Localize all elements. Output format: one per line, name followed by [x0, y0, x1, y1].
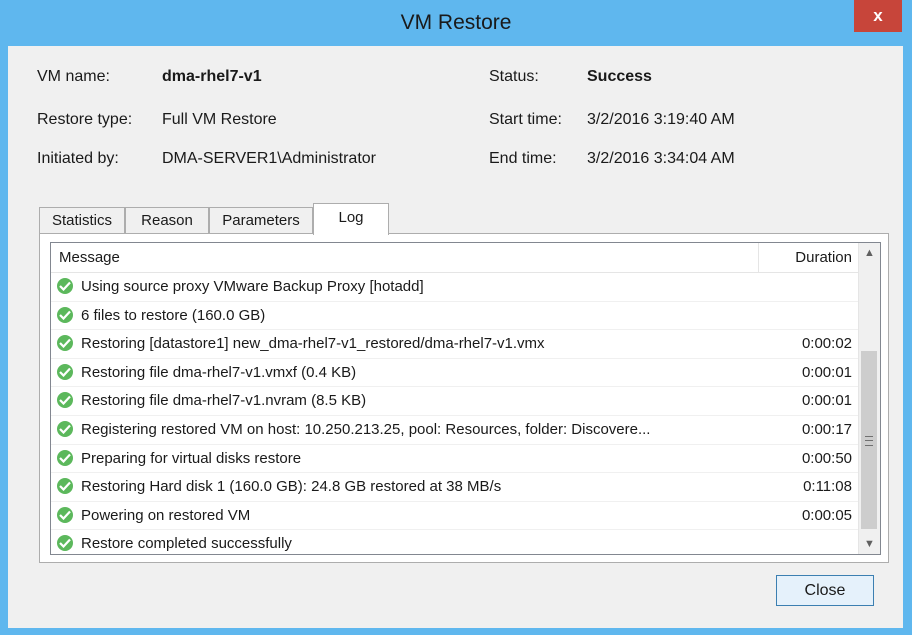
log-duration: 0:00:50 [801, 449, 852, 467]
log-message-text: Restoring Hard disk 1 (160.0 GB): 24.8 G… [81, 478, 502, 496]
log-duration: 0:00:01 [801, 363, 852, 381]
log-message: Restoring [datastore1] new_dma-rhel7-v1_… [57, 330, 757, 358]
end-time-value: 3/2/2016 3:34:04 AM [587, 150, 735, 167]
log-row[interactable]: Restoring [datastore1] new_dma-rhel7-v1_… [51, 330, 860, 359]
success-check-icon [57, 363, 73, 380]
log-header: Message Duration [51, 243, 860, 273]
log-row[interactable]: Registering restored VM on host: 10.250.… [51, 416, 860, 445]
log-row[interactable]: Restore completed successfully [51, 530, 860, 554]
log-message: Restoring file dma-rhel7-v1.nvram (8.5 K… [57, 387, 757, 415]
log-message-text: Restore completed successfully [81, 535, 292, 553]
log-duration [759, 302, 860, 330]
log-message-text: Using source proxy VMware Backup Proxy [… [81, 278, 424, 295]
log-message-text: Restoring file dma-rhel7-v1.nvram (8.5 K… [81, 392, 367, 410]
log-rows: Using source proxy VMware Backup Proxy [… [51, 273, 860, 554]
column-header-duration[interactable]: Duration [759, 243, 860, 272]
scroll-up-icon[interactable]: ▲ [859, 243, 880, 263]
scroll-down-icon[interactable]: ▼ [859, 534, 880, 554]
log-row[interactable]: Restoring Hard disk 1 (160.0 GB): 24.8 G… [51, 473, 860, 502]
success-check-icon [57, 335, 73, 352]
vm-name-label: VM name: [37, 68, 110, 85]
log-duration: 0:00:01 [801, 392, 852, 410]
log-message-text: Registering restored VM on host: 10.250.… [81, 420, 651, 438]
log-row[interactable]: Preparing for virtual disks restore 0:00:… [51, 445, 860, 474]
log-row[interactable]: 6 files to restore (160.0 GB) [51, 302, 860, 331]
scrollbar-grip-icon [865, 436, 873, 446]
log-message-text: Preparing for virtual disks restore [81, 449, 302, 467]
restore-type-value: Full VM Restore [162, 111, 277, 128]
tab-reason[interactable]: Reason [125, 207, 209, 233]
log-message: Restore completed successfully [57, 530, 757, 554]
tab-statistics[interactable]: Statistics [39, 207, 125, 233]
column-header-message[interactable]: Message [51, 243, 759, 272]
log-message: Restoring Hard disk 1 (160.0 GB): 24.8 G… [57, 473, 757, 501]
log-message: 6 files to restore (160.0 GB) [57, 302, 757, 330]
tab-parameters[interactable]: Parameters [209, 207, 313, 233]
log-row[interactable]: Restoring file dma-rhel7-v1.nvram (8.5 K… [51, 387, 860, 416]
dialog-body: VM name: dma-rhel7-v1 Restore type: Full… [8, 46, 903, 628]
title-bar[interactable]: VM Restore x [0, 0, 912, 46]
restore-type-label: Restore type: [37, 111, 133, 128]
log-message-text: Restoring [datastore1] new_dma-rhel7-v1_… [81, 335, 545, 353]
success-check-icon [57, 478, 73, 495]
log-message: Registering restored VM on host: 10.250.… [57, 416, 757, 444]
window-close-icon[interactable]: x [854, 0, 902, 32]
log-row[interactable]: Restoring file dma-rhel7-v1.vmxf (0.4 KB… [51, 359, 860, 388]
close-button[interactable]: Close [776, 575, 874, 606]
success-check-icon [57, 306, 73, 323]
end-time-label: End time: [489, 150, 557, 167]
log-duration: 0:11:08 [803, 478, 852, 496]
log-panel: Message Duration Using source proxy VMwa… [39, 233, 889, 563]
log-grid[interactable]: Message Duration Using source proxy VMwa… [50, 242, 881, 555]
log-message: Using source proxy VMware Backup Proxy [… [57, 273, 757, 301]
success-check-icon [57, 449, 73, 466]
window-title: VM Restore [400, 11, 512, 34]
success-check-icon [57, 535, 73, 552]
log-row[interactable]: Powering on restored VM 0:00:05 [51, 502, 860, 531]
status-value: Success [587, 68, 652, 85]
success-check-icon [57, 421, 73, 437]
success-check-icon [57, 392, 73, 409]
log-duration: 0:00:05 [801, 506, 852, 524]
initiated-by-value: DMA-SERVER1\Administrator [162, 150, 376, 167]
log-duration [759, 530, 860, 554]
initiated-by-label: Initiated by: [37, 150, 119, 167]
log-message: Restoring file dma-rhel7-v1.vmxf (0.4 KB… [57, 359, 757, 387]
success-check-icon [57, 506, 73, 523]
log-duration [759, 273, 860, 301]
log-duration: 0:00:02 [801, 335, 852, 353]
log-message-text: Restoring file dma-rhel7-v1.vmxf (0.4 KB… [81, 363, 357, 381]
log-row[interactable]: Using source proxy VMware Backup Proxy [… [51, 273, 860, 302]
vertical-scrollbar[interactable]: ▲ ▼ [858, 243, 880, 554]
start-time-value: 3/2/2016 3:19:40 AM [587, 111, 735, 128]
log-message-text: 6 files to restore (160.0 GB) [81, 306, 266, 324]
log-message: Powering on restored VM [57, 502, 757, 530]
log-duration: 0:00:17 [801, 420, 852, 438]
vm-restore-window: VM Restore x VM name: dma-rhel7-v1 Resto… [0, 0, 912, 635]
log-message-text: Powering on restored VM [81, 506, 251, 524]
log-message: Preparing for virtual disks restore [57, 445, 757, 473]
start-time-label: Start time: [489, 111, 562, 128]
tab-log[interactable]: Log [313, 203, 389, 235]
vm-name-value: dma-rhel7-v1 [162, 68, 262, 85]
success-check-icon [57, 278, 73, 295]
status-label: Status: [489, 68, 539, 85]
scrollbar-thumb[interactable] [861, 351, 877, 529]
